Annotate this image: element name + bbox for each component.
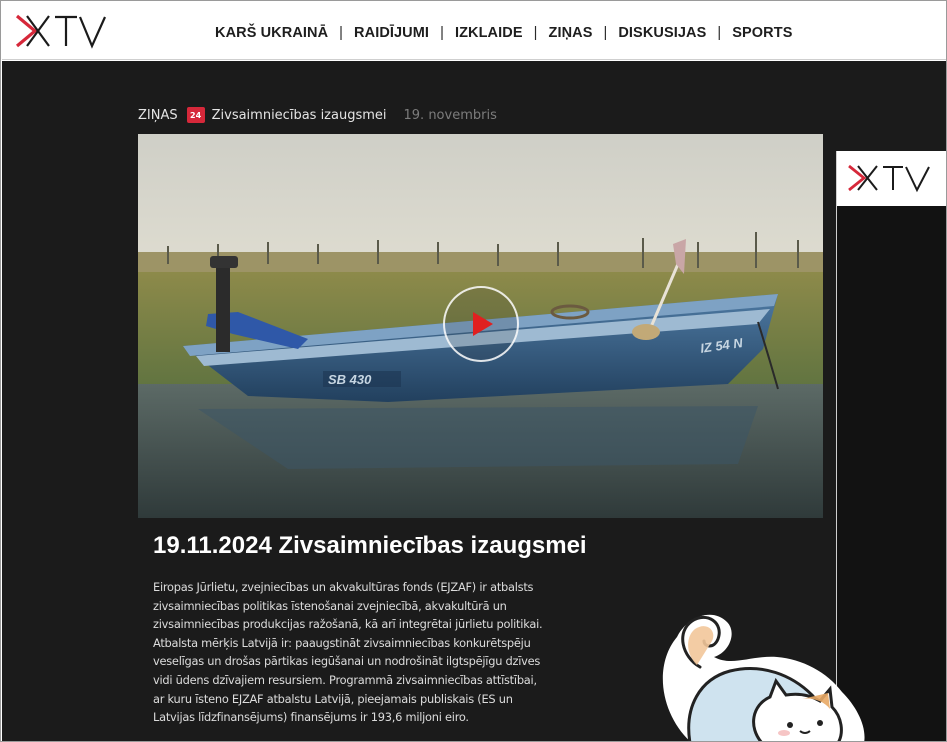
article-line: vidi ūdens dzīvajiem resursiem. Programm… [153,672,537,687]
nav-separator: | [339,25,344,41]
nav-separator: | [440,25,444,41]
nav-separator: | [717,25,722,41]
article-line: zivsaimniecības produkcijas ražošanā, kā… [153,617,543,632]
boat-label: SB 430 [328,372,372,387]
video-player[interactable]: SB 430 IZ 54 N [138,134,823,518]
article-line: zivsaimniecības politikas īstenošanai zv… [153,598,507,613]
article-line: Eiropas Jūrlietu, zvejniecības un akvaku… [153,580,534,594]
breadcrumb: ZIŅAS 24 Zivsaimniecības izaugsmei 19. n… [138,106,497,124]
article-line: veselīgas un drošas pārtikas iegūšanai u… [153,654,541,669]
xtv-logo-icon[interactable] [13,12,109,50]
nav-separator: | [603,25,608,41]
breadcrumb-date: 19. novembris [403,107,497,123]
xtv-logo-icon [848,164,930,193]
nav-item-sports[interactable]: SPORTS [732,25,792,41]
play-button[interactable] [443,286,519,362]
breadcrumb-show[interactable]: Zivsaimniecības izaugsmei [212,108,387,123]
play-icon [473,312,493,336]
main-nav: KARŠ UKRAINĀ | RAIDĪJUMI | IZKLAIDE | ZI… [215,22,793,44]
article-body: Eiropas Jūrlietu, zvejniecības un akvaku… [153,578,603,727]
site-header: KARŠ UKRAINĀ | RAIDĪJUMI | IZKLAIDE | ZI… [2,2,946,60]
nav-item-raidijumi[interactable]: RAIDĪJUMI [354,25,429,41]
article-line: Atbalsta mērķis Latvijā ir: paaugstināt … [153,635,531,650]
cat-sticker-icon[interactable] [652,597,872,742]
article-title: 19.11.2024 Zivsaimniecības izaugsmei [153,532,587,559]
nav-item-kars-ukraina[interactable]: KARŠ UKRAINĀ [215,25,328,41]
article-line: ar kuru īsteno EJZAF atbalstu Latvijā, p… [153,691,513,706]
nav-item-diskusijas[interactable]: DISKUSIJAS [618,25,706,41]
article-line: Latvijas līdzfinansējums) finansējums ir… [153,710,469,725]
breadcrumb-section[interactable]: ZIŅAS [138,108,178,123]
channel-24-icon: 24 [186,107,205,123]
browser-page: KARŠ UKRAINĀ | RAIDĪJUMI | IZKLAIDE | ZI… [0,0,947,742]
nav-separator: | [533,25,538,41]
side-widget-header [837,151,946,206]
nav-item-izklaide[interactable]: IZKLAIDE [455,25,523,41]
nav-item-zinas[interactable]: ZIŅAS [548,25,592,41]
